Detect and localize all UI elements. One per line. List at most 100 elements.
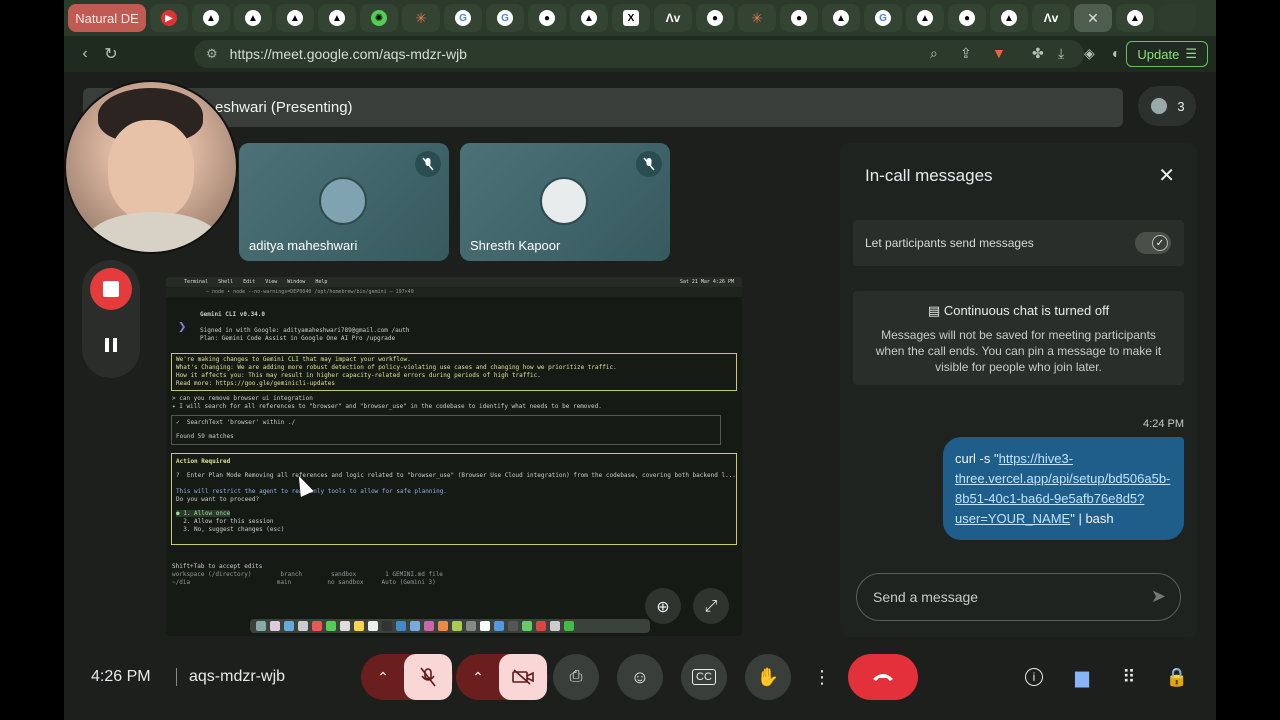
tab-vercel-2[interactable]: ▲ <box>234 4 272 32</box>
site-settings-icon[interactable]: ⚙ <box>206 46 218 62</box>
participant-tile-aditya[interactable]: aditya maheshwari <box>239 143 449 261</box>
menu-item: View <box>265 279 278 285</box>
tab-github-2[interactable]: ● <box>696 4 734 32</box>
mic-off-icon <box>420 667 436 687</box>
raise-hand-button[interactable]: ✋ <box>745 654 791 700</box>
captions-button[interactable]: CC <box>681 654 727 700</box>
more-options-button[interactable]: ⋮ <box>808 654 836 700</box>
close-tab-icon[interactable]: ✕ <box>1087 10 1099 27</box>
extensions-icon[interactable]: ✤ <box>1032 45 1044 62</box>
tab-vercel-5[interactable]: ▲ <box>570 4 608 32</box>
terminal-line: Action Required <box>176 458 231 465</box>
dock-app-icon <box>438 621 448 631</box>
reactions-button[interactable]: ☺ <box>617 654 663 700</box>
stop-recording-button[interactable] <box>90 268 132 310</box>
tab-claude-2[interactable]: ✳ <box>738 4 776 32</box>
tab-google-2[interactable]: G <box>486 4 524 32</box>
meeting-details-button[interactable]: i <box>1022 665 1046 689</box>
audio-options-icon[interactable]: ⌃ <box>362 669 404 686</box>
message-text: " | bash <box>1070 511 1114 526</box>
participants-button[interactable]: 3 <box>1138 86 1196 126</box>
fullscreen-button[interactable]: ⤢ <box>693 588 729 624</box>
mac-dock <box>250 619 650 633</box>
tab-arc[interactable]: Λv <box>654 4 692 32</box>
pause-recording-button[interactable] <box>90 324 132 366</box>
avatar <box>540 177 588 225</box>
tab-google[interactable]: G <box>444 4 482 32</box>
tab-active-meet[interactable]: ✕ <box>1074 4 1112 32</box>
tab-google-3[interactable]: G <box>864 4 902 32</box>
message-timestamp: 4:24 PM <box>1143 418 1184 430</box>
dock-app-icon <box>284 621 294 631</box>
presenting-label: eshwari (Presenting) <box>215 99 353 116</box>
dock-app-icon <box>298 621 308 631</box>
tab-vercel-6[interactable]: ▲ <box>822 4 860 32</box>
mic-off-button[interactable] <box>404 654 452 700</box>
new-tab-button[interactable] <box>1158 4 1196 32</box>
send-messages-setting: Let participants send messages ✓ <box>853 220 1184 266</box>
menu-item: Edit <box>243 279 256 285</box>
url-bar[interactable]: ⚙ https://meet.google.com/aqs-mdzr-wjb <box>194 40 1084 68</box>
tab-youtube[interactable]: ▶ <box>150 4 188 32</box>
dock-app-icon <box>382 621 392 631</box>
recording-controls <box>82 260 140 378</box>
participant-name: aditya maheshwari <box>249 238 358 253</box>
video-options-icon[interactable]: ⌃ <box>457 669 499 686</box>
profile-icon[interactable]: ◐ <box>1112 45 1120 61</box>
send-messages-toggle[interactable]: ✓ <box>1135 232 1171 254</box>
terminal-title: — node • node --no-warnings=DEP0040 /opt… <box>166 287 742 297</box>
send-icon[interactable]: ➤ <box>1151 586 1166 607</box>
activities-button[interactable]: ⠿ <box>1117 665 1141 689</box>
close-icon[interactable]: ✕ <box>1158 163 1175 188</box>
dock-app-icon <box>424 621 434 631</box>
present-button[interactable]: ⎙ <box>553 654 599 700</box>
brave-shield-icon[interactable]: ▼ <box>992 45 1006 61</box>
participant-tile-shresth[interactable]: Shresth Kapoor <box>460 143 670 261</box>
download-icon[interactable]: ⤓ <box>1058 45 1064 62</box>
tab-vercel-4[interactable]: ▲ <box>318 4 356 32</box>
mic-off-icon <box>415 151 441 177</box>
self-view-video[interactable] <box>64 80 238 254</box>
terminal-line: Plan: Gemini Code Assist in Google One A… <box>200 335 396 342</box>
tab-github-4[interactable]: ● <box>948 4 986 32</box>
tab-github-3[interactable]: ● <box>780 4 818 32</box>
chat-icon: ▆ <box>1075 666 1089 687</box>
dock-app-icon <box>494 621 504 631</box>
tab-natural-de[interactable]: Natural DE <box>68 4 146 32</box>
reload-icon[interactable]: ↻ <box>98 44 124 64</box>
tab-vercel-7[interactable]: ▲ <box>906 4 944 32</box>
tab-claude[interactable]: ✳ <box>402 4 440 32</box>
tab-openai[interactable]: ✺ <box>360 4 398 32</box>
message-input[interactable]: Send a message ➤ <box>856 573 1181 621</box>
tab-arc-2[interactable]: Λv <box>1032 4 1070 32</box>
leave-call-button[interactable] <box>848 654 918 700</box>
camera-off-button[interactable] <box>499 654 547 700</box>
stop-icon <box>103 281 119 297</box>
dock-app-icon <box>508 621 518 631</box>
dock-app-icon <box>452 621 462 631</box>
host-controls-button[interactable]: 🔒 <box>1165 665 1189 689</box>
tab-x[interactable]: X <box>612 4 650 32</box>
notice-body: Messages will not be saved for meeting p… <box>875 328 1162 374</box>
dock-app-icon <box>354 621 364 631</box>
zoom-icon[interactable]: ⌕ <box>930 45 938 62</box>
tab-github[interactable]: ● <box>528 4 566 32</box>
url-text: https://meet.google.com/aqs-mdzr-wjb <box>229 46 467 62</box>
tab-vercel-8[interactable]: ▲ <box>990 4 1028 32</box>
dock-app-icon <box>410 621 420 631</box>
setting-label: Let participants send messages <box>865 236 1034 250</box>
update-button[interactable]: Update ☰ <box>1126 41 1208 67</box>
tab-vercel[interactable]: ▲ <box>192 4 230 32</box>
zoom-in-button[interactable]: ⊕ <box>645 588 681 624</box>
tab-vercel-3[interactable]: ▲ <box>276 4 314 32</box>
github-icon: ● <box>791 10 807 26</box>
chat-button[interactable]: ▆ <box>1070 665 1094 689</box>
wallet-icon[interactable]: ◈ <box>1084 45 1095 62</box>
share-icon[interactable]: ⇪ <box>960 45 972 62</box>
menu-icon: ☰ <box>1185 46 1197 61</box>
emoji-icon: ☺ <box>630 666 650 687</box>
back-icon[interactable]: ‹ <box>72 45 98 63</box>
self-view-shirt <box>86 212 221 252</box>
presented-screen[interactable]: Terminal Shell Edit View Window Help Sat… <box>166 277 742 636</box>
tab-vercel-9[interactable]: ▲ <box>1116 4 1154 32</box>
